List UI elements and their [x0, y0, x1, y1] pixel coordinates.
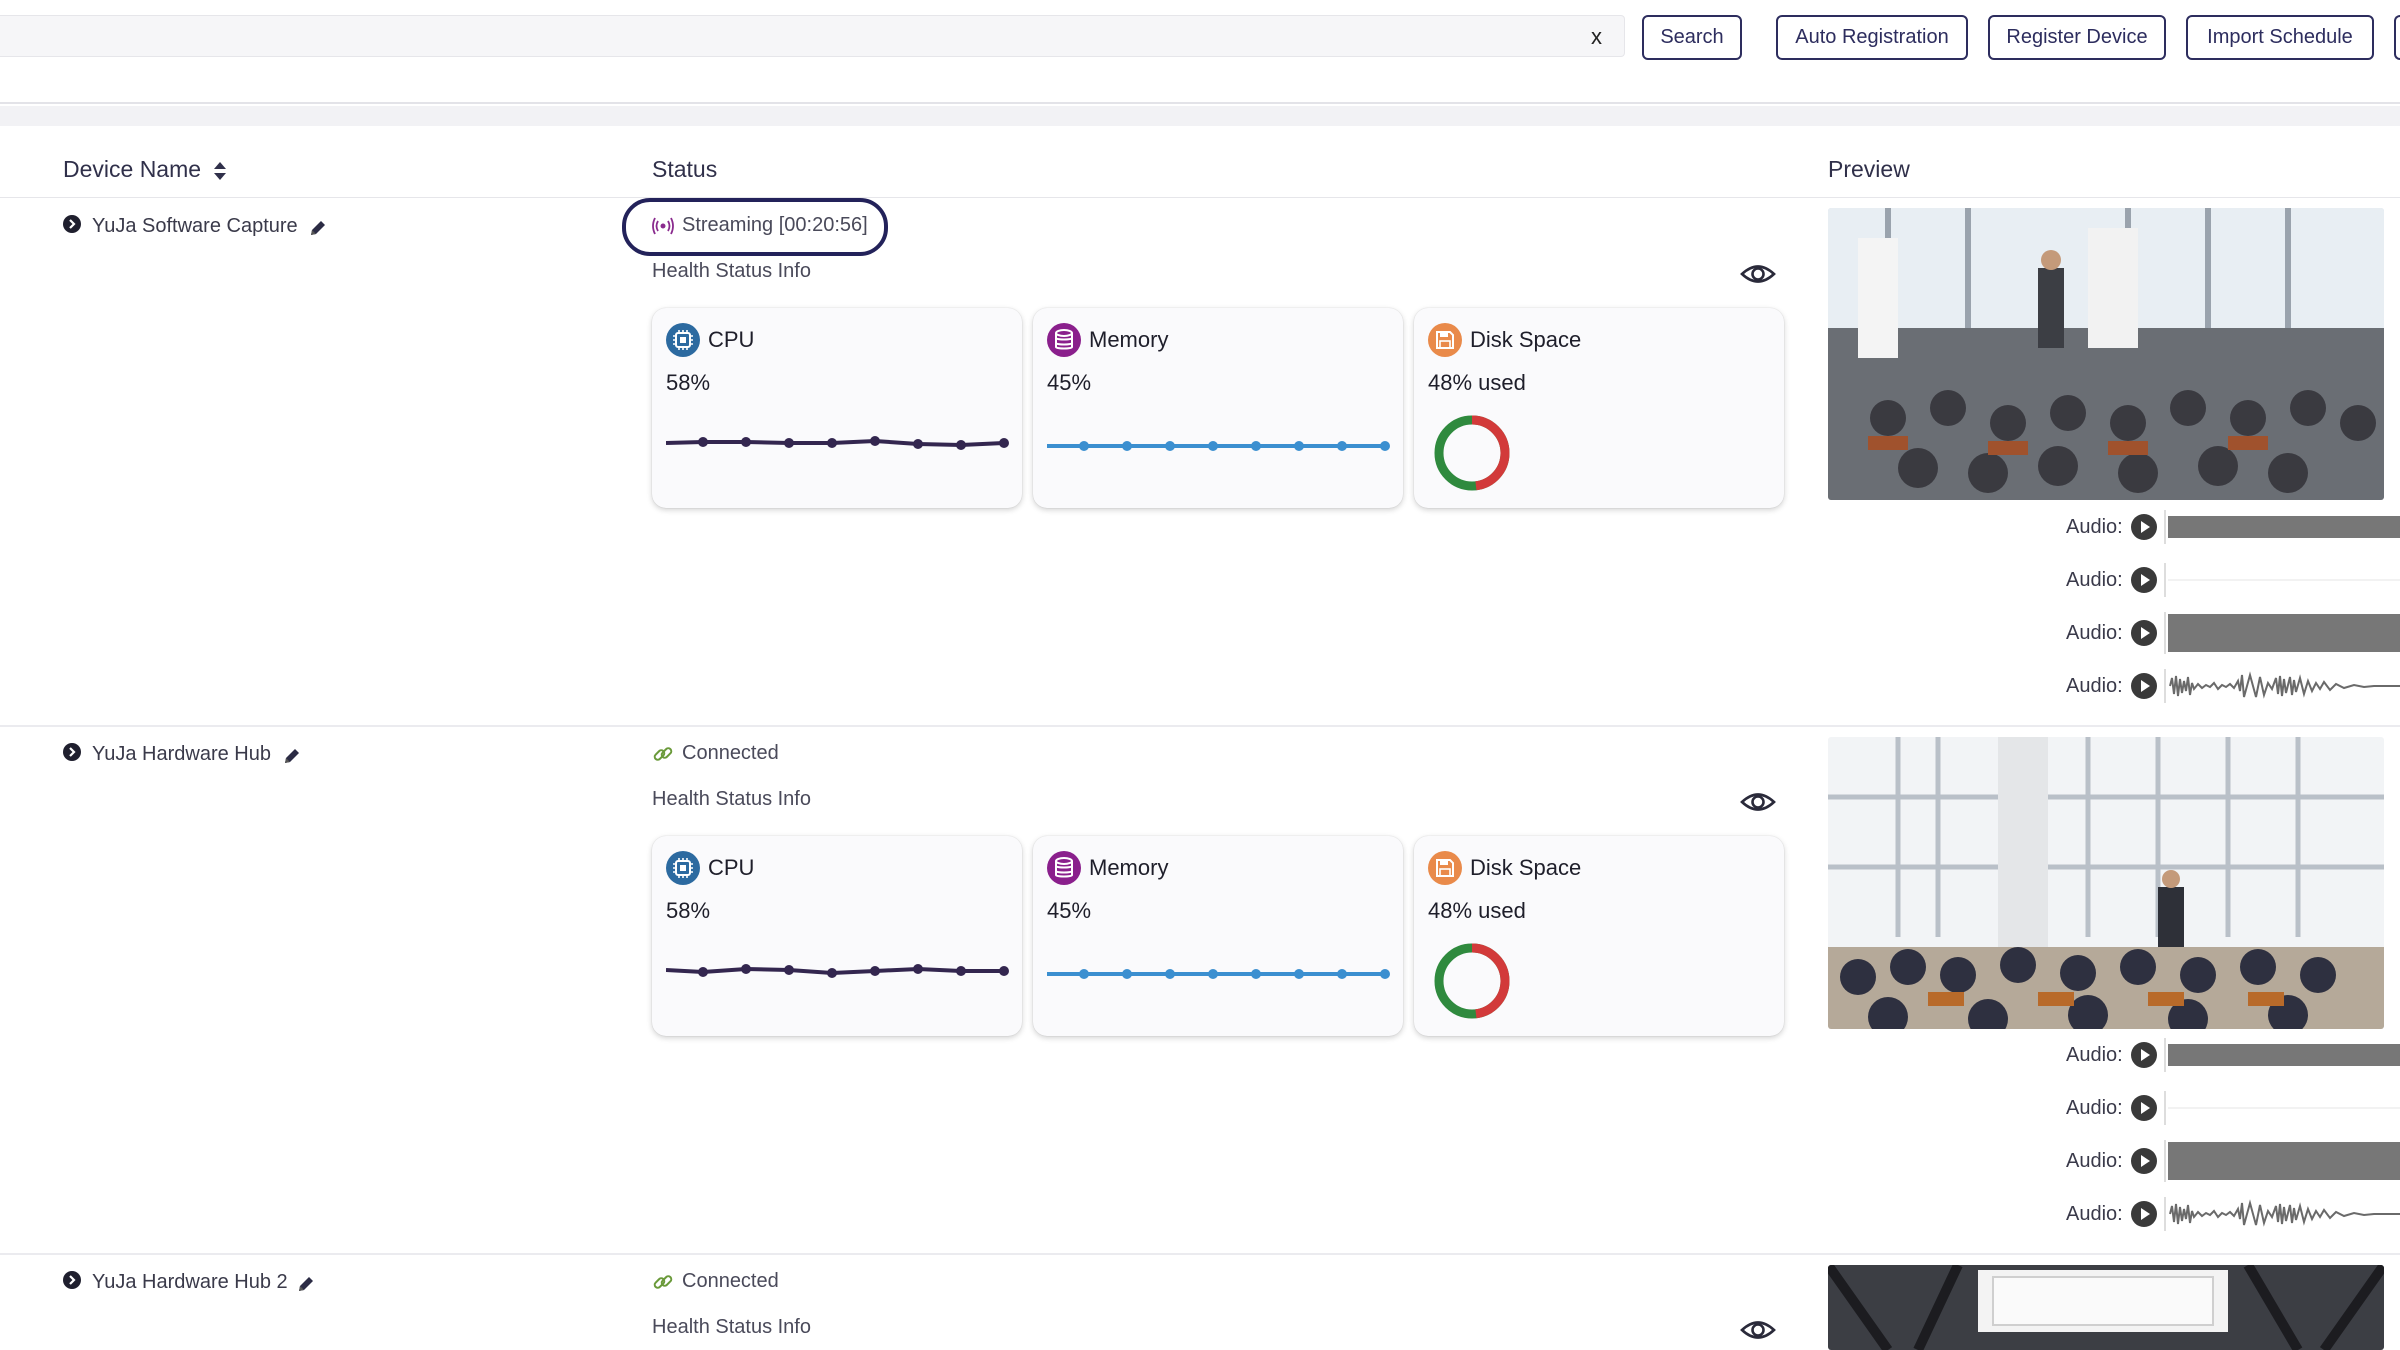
cpu-value: 58%: [666, 898, 711, 923]
play-circle-icon[interactable]: [2130, 513, 2158, 541]
status-connected: Connected: [652, 742, 779, 765]
auto-registration-button[interactable]: Auto Registration: [1776, 15, 1968, 60]
memory-title: Memory: [1089, 855, 1169, 880]
audio-label: Audio:: [2066, 1150, 2123, 1172]
cpu-card: CPU 58%: [652, 308, 1022, 508]
eye-icon[interactable]: [1740, 789, 1776, 815]
sort-icon[interactable]: [213, 161, 227, 181]
search-button[interactable]: Search: [1642, 15, 1742, 60]
status-text: Connected: [682, 742, 779, 764]
import-schedule-button[interactable]: Import Schedule: [2186, 15, 2374, 60]
pencil-icon[interactable]: [282, 746, 302, 766]
disk-space-value: 48% used: [1428, 898, 1526, 923]
status-text: Connected: [682, 1270, 779, 1292]
search-field[interactable]: x: [0, 15, 1625, 57]
disk-usage-donut: [1434, 943, 1510, 1019]
audio-label: Audio:: [2066, 622, 2123, 644]
status-connected: Connected: [652, 1270, 779, 1293]
play-circle-icon[interactable]: [2130, 1147, 2158, 1175]
pencil-icon[interactable]: [296, 1274, 316, 1294]
audio-waveform: [2164, 1091, 2400, 1125]
cpu-title: CPU: [708, 327, 755, 352]
audio-waveform: [2164, 612, 2400, 654]
disk-space-card: Disk Space 48% used: [1414, 308, 1784, 508]
eye-icon[interactable]: [1740, 261, 1776, 287]
cpu-value: 58%: [666, 370, 711, 395]
column-header-status: Status: [652, 156, 718, 182]
health-status-label: Health Status Info: [652, 260, 811, 282]
audio-label: Audio:: [2066, 675, 2123, 697]
clear-search-button[interactable]: x: [1591, 24, 1602, 50]
chip-icon: [666, 323, 700, 357]
device-name: YuJa Hardware Hub 2: [92, 1271, 288, 1293]
cpu-sparkline: [666, 964, 1009, 978]
preview-thumbnail[interactable]: [1828, 1265, 2384, 1350]
play-circle-icon[interactable]: [2130, 672, 2158, 700]
database-icon: [1047, 323, 1081, 357]
link-icon: [653, 1274, 673, 1289]
audio-waveform: [2164, 1197, 2400, 1231]
play-circle-icon[interactable]: [2130, 566, 2158, 594]
memory-title: Memory: [1089, 327, 1169, 352]
preview-thumbnail[interactable]: [1828, 208, 2384, 500]
status-text: Streaming [00:20:56]: [682, 214, 868, 236]
device-name: YuJa Hardware Hub: [92, 743, 271, 765]
column-header-device-name-label: Device Name: [63, 156, 202, 182]
audio-label: Audio:: [2066, 569, 2123, 591]
cpu-title: CPU: [708, 855, 755, 880]
memory-sparkline: [1047, 969, 1390, 979]
toolbar-divider-band: [0, 106, 2400, 126]
disk-space-title: Disk Space: [1470, 855, 1582, 880]
memory-card: Memory 45%: [1033, 308, 1403, 508]
row-divider: [0, 725, 2400, 727]
play-circle-icon[interactable]: [2130, 1041, 2158, 1069]
more-button-partial[interactable]: [2394, 15, 2400, 60]
database-icon: [1047, 851, 1081, 885]
audio-label: Audio:: [2066, 1044, 2123, 1066]
floppy-disk-icon: [1428, 323, 1462, 357]
chevron-right-circle-icon[interactable]: [63, 743, 81, 761]
disk-space-card: Disk Space 48% used: [1414, 836, 1784, 1036]
memory-sparkline: [1047, 441, 1390, 451]
cpu-sparkline: [666, 436, 1009, 450]
disk-space-title: Disk Space: [1470, 327, 1582, 352]
health-status-label: Health Status Info: [652, 1316, 811, 1338]
pencil-icon[interactable]: [308, 218, 328, 238]
play-circle-icon[interactable]: [2130, 619, 2158, 647]
chevron-right-circle-icon[interactable]: [63, 1271, 81, 1289]
eye-icon[interactable]: [1740, 1317, 1776, 1343]
memory-value: 45%: [1047, 370, 1092, 395]
audio-waveform: [2164, 563, 2400, 597]
audio-label: Audio:: [2066, 516, 2123, 538]
memory-card: Memory 45%: [1033, 836, 1403, 1036]
audio-waveform: [2164, 1140, 2400, 1182]
audio-label: Audio:: [2066, 1097, 2123, 1119]
preview-thumbnail[interactable]: [1828, 737, 2384, 1029]
play-circle-icon[interactable]: [2130, 1094, 2158, 1122]
disk-space-value: 48% used: [1428, 370, 1526, 395]
audio-waveform: [2164, 510, 2400, 544]
column-header-preview: Preview: [1828, 156, 1910, 182]
health-status-label: Health Status Info: [652, 788, 811, 810]
broadcast-icon: [652, 217, 674, 234]
play-circle-icon[interactable]: [2130, 1200, 2158, 1228]
audio-waveform: [2164, 1038, 2400, 1072]
audio-label: Audio:: [2066, 1203, 2123, 1225]
memory-value: 45%: [1047, 898, 1092, 923]
audio-waveform: [2164, 669, 2400, 703]
column-header-device-name[interactable]: Device Name: [63, 156, 227, 183]
floppy-disk-icon: [1428, 851, 1462, 885]
device-name: YuJa Software Capture: [92, 215, 298, 237]
cpu-card: CPU 58%: [652, 836, 1022, 1036]
chip-icon: [666, 851, 700, 885]
status-streaming: Streaming [00:20:56]: [652, 214, 868, 237]
chevron-right-circle-icon[interactable]: [63, 215, 81, 233]
disk-usage-donut: [1434, 415, 1510, 491]
toolbar: x Search Auto Registration Register Devi…: [0, 0, 2400, 104]
search-input[interactable]: [0, 16, 1624, 56]
header-divider: [0, 197, 2400, 198]
register-device-button[interactable]: Register Device: [1988, 15, 2166, 60]
row-divider: [0, 1253, 2400, 1255]
link-icon: [653, 746, 673, 761]
